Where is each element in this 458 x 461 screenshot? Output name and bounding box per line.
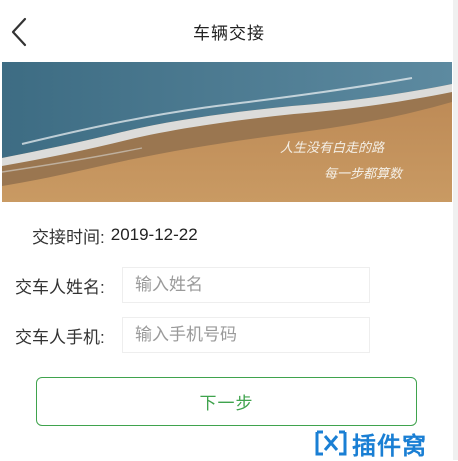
name-row: 交车人姓名: [0, 266, 458, 304]
watermark-text: 插件窝 [352, 432, 427, 460]
banner-poem-line2: 每一步都算数 [324, 167, 404, 182]
banner-image: 人生没有白走的路 每一步都算数 [2, 62, 452, 202]
logo-icon [315, 430, 347, 456]
app-screen: 车辆交接 人生没有白走的路 每一步都算数 交接时间: 2019-12-22 交车… [0, 0, 458, 460]
page-edge [453, 0, 458, 460]
page-title: 车辆交接 [193, 23, 265, 43]
banner-poem-line1: 人生没有白走的路 [280, 141, 385, 156]
top-bar: 车辆交接 [0, 0, 458, 62]
phone-label: 交车人手机: [15, 327, 105, 347]
phone-input[interactable] [122, 317, 370, 353]
name-label: 交车人姓名: [15, 277, 105, 297]
handover-time-value: 2019-12-22 [110, 225, 198, 244]
handover-time-row: 交接时间: 2019-12-22 [0, 220, 458, 250]
phone-row: 交车人手机: [0, 316, 458, 354]
next-button[interactable]: 下一步 [36, 377, 417, 426]
chevron-left-icon [11, 17, 27, 47]
handover-time-label: 交接时间: [32, 227, 105, 247]
back-button[interactable] [6, 14, 32, 50]
name-input[interactable] [122, 267, 370, 303]
watermark: 插件窝 [314, 426, 427, 460]
